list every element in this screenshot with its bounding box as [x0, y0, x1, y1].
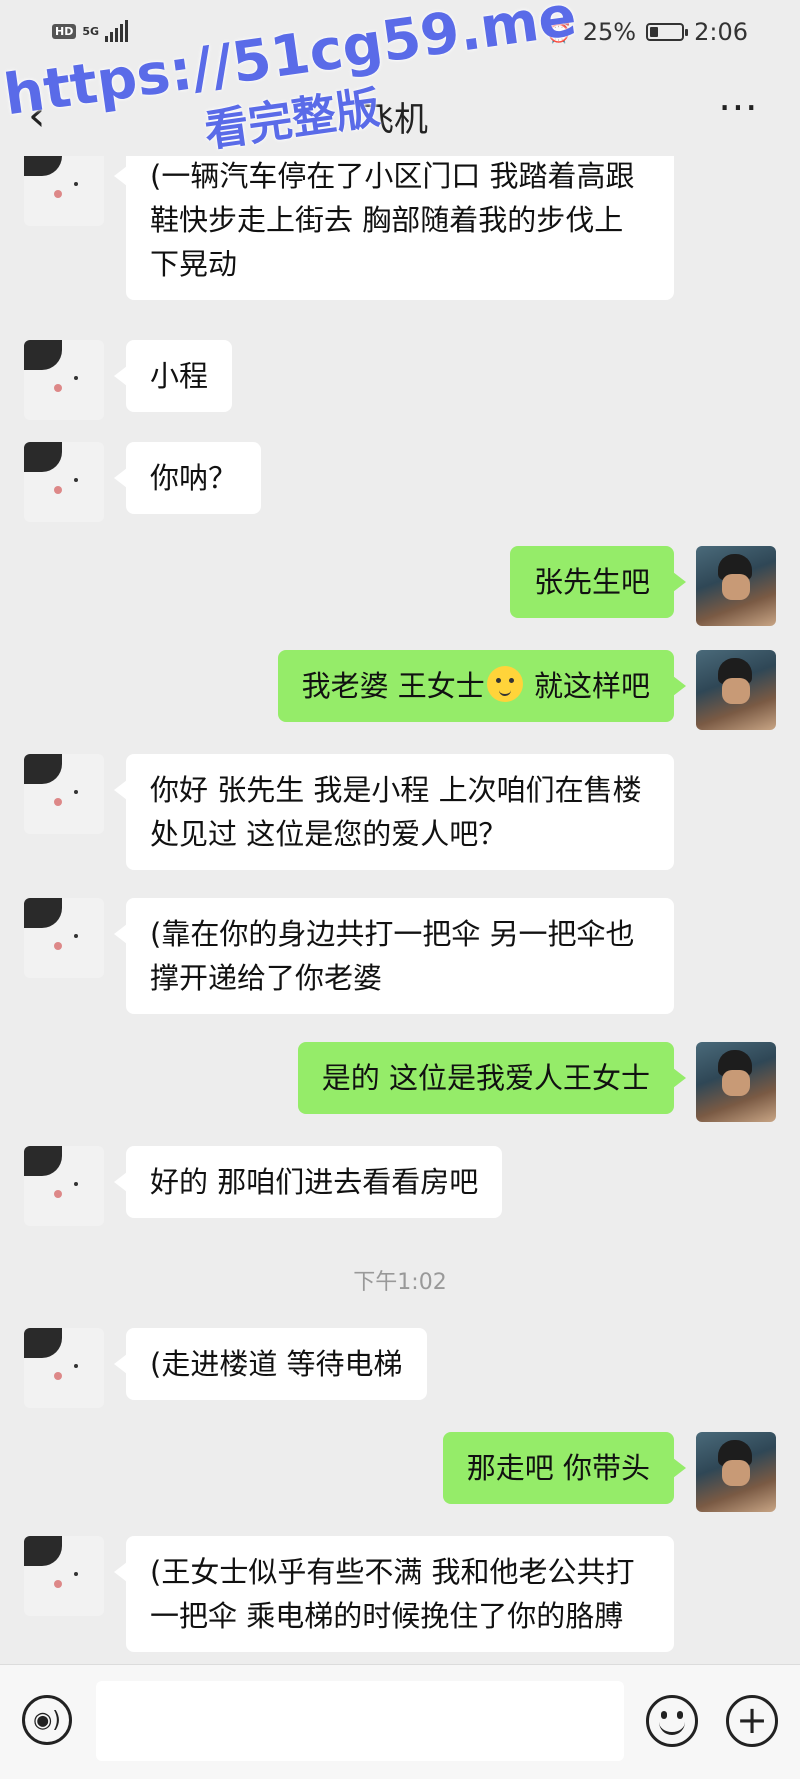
message-input[interactable]: [96, 1681, 624, 1761]
chat-title: 飞机: [360, 100, 428, 140]
message-bubble[interactable]: (一辆汽车停在了小区门口 我踏着高跟鞋快步走上街去 胸部随着我的步伐上下晃动: [114, 156, 674, 300]
message-bubble[interactable]: 你好 张先生 我是小程 上次咱们在售楼处见过 这位是您的爱人吧？: [114, 754, 674, 870]
network-label: 5G: [82, 24, 100, 38]
clock: 2:06: [694, 18, 748, 46]
message-bubble[interactable]: (走进楼道 等待电梯: [114, 1328, 427, 1400]
message-bubble[interactable]: 张先生吧: [509, 546, 687, 618]
voice-icon[interactable]: ◉): [22, 1695, 72, 1745]
avatar[interactable]: [24, 1328, 104, 1408]
avatar[interactable]: [24, 754, 104, 834]
avatar[interactable]: [24, 1146, 104, 1226]
message-bubble[interactable]: (王女士似乎有些不满 我和他老公共打一把伞 乘电梯的时候挽住了你的胳膊: [114, 1536, 674, 1652]
status-left: HD 5G: [52, 20, 129, 42]
message-bubble[interactable]: 是的 这位是我爱人王女士: [297, 1042, 687, 1114]
battery-percent: 25%: [582, 18, 637, 46]
status-right: ⏰ 25% 2:06: [545, 18, 748, 46]
avatar[interactable]: [24, 156, 104, 226]
avatar[interactable]: [24, 898, 104, 978]
timestamp: 下午1:02: [353, 1270, 447, 1295]
chat-messages[interactable]: (一辆汽车停在了小区门口 我踏着高跟鞋快步走上街去 胸部随着我的步伐上下晃动 小…: [0, 156, 800, 1660]
avatar[interactable]: [24, 442, 104, 522]
status-bar: HD 5G ⏰ 25% 2:06: [0, 0, 800, 70]
plus-icon[interactable]: +: [726, 1695, 778, 1747]
message-text: 就这样吧: [524, 669, 650, 703]
avatar[interactable]: [696, 1042, 776, 1122]
chevron-left-icon[interactable]: ‹: [28, 90, 46, 141]
avatar[interactable]: [696, 650, 776, 730]
avatar[interactable]: [24, 340, 104, 420]
emoji-icon[interactable]: [646, 1695, 698, 1747]
message-text: 我老婆 王女士: [301, 669, 485, 703]
message-bubble[interactable]: 小程: [113, 340, 233, 412]
hd-badge: HD: [52, 23, 77, 39]
message-bubble[interactable]: 你呐？: [113, 442, 262, 514]
more-dots-icon[interactable]: ⋯: [718, 84, 760, 130]
input-bar: ◉) +: [0, 1664, 800, 1779]
alarm-icon: ⏰: [545, 19, 573, 45]
avatar[interactable]: [24, 1536, 104, 1616]
message-bubble[interactable]: 那走吧 你带头: [442, 1432, 687, 1504]
chat-header: ‹ 飞机 ⋯: [0, 70, 800, 156]
avatar[interactable]: [696, 546, 776, 626]
message-bubble[interactable]: 好的 那咱们进去看看房吧: [113, 1146, 503, 1218]
message-bubble[interactable]: (靠在你的身边共打一把伞 另一把伞也撑开递给了你老婆: [114, 898, 674, 1014]
message-bubble[interactable]: 我老婆 王女士 就这样吧: [277, 650, 687, 722]
signal-icon: [105, 20, 129, 42]
sweat-smile-emoji-icon: [486, 666, 523, 702]
avatar[interactable]: [696, 1432, 776, 1512]
battery-icon: [646, 23, 689, 41]
